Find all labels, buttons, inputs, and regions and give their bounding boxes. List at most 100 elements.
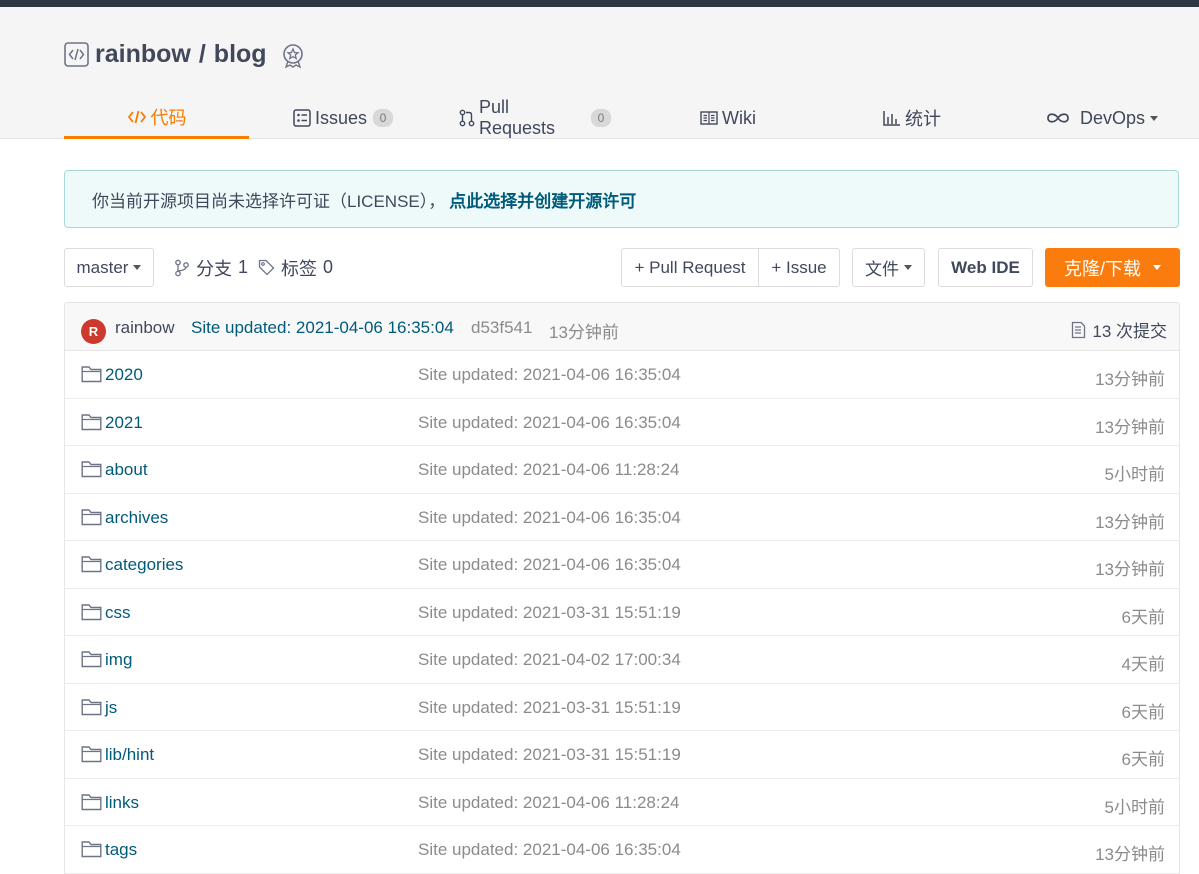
new-pull-request-button[interactable]: + Pull Request <box>621 248 759 287</box>
latest-commit-bar: R rainbow Site updated: 2021-04-06 16:35… <box>65 303 1179 351</box>
commit-message[interactable]: Site updated: 2021-04-06 16:35:04 <box>191 318 454 338</box>
file-commit-message[interactable]: Site updated: 2021-04-06 11:28:24 <box>418 793 680 813</box>
commit-time: 13分钟前 <box>549 323 619 342</box>
tab-devops-label: DevOps <box>1079 107 1146 128</box>
repo-owner-link[interactable]: rainbow <box>95 40 191 69</box>
folder-icon <box>81 603 102 621</box>
file-name-link[interactable]: about <box>105 460 148 480</box>
file-name-link[interactable]: js <box>105 698 117 718</box>
clone-download-button[interactable]: 克隆/下载 <box>1045 248 1180 287</box>
file-commit-message[interactable]: Site updated: 2021-04-06 16:35:04 <box>418 365 681 385</box>
table-row[interactable]: categories Site updated: 2021-04-06 16:35… <box>65 541 1179 589</box>
table-row[interactable]: lib/hint Site updated: 2021-03-31 15:51:1… <box>65 731 1179 779</box>
tab-code[interactable]: 代码 <box>64 97 249 139</box>
file-commit-time: 13分钟前 <box>1095 370 1165 389</box>
license-notice: 你当前开源项目尚未选择许可证（LICENSE）， 点此选择并创建开源许可 <box>64 170 1179 228</box>
table-row[interactable]: css Site updated: 2021-03-31 15:51:19 6天前 <box>65 589 1179 636</box>
issues-count-badge: 0 <box>373 109 394 127</box>
file-commit-message[interactable]: Site updated: 2021-04-06 16:35:04 <box>418 413 681 433</box>
file-name-link[interactable]: lib/hint <box>105 745 154 765</box>
file-name-link[interactable]: categories <box>105 555 183 575</box>
tab-wiki-label: Wiki <box>722 107 756 128</box>
create-license-link[interactable]: 点此选择并创建开源许可 <box>449 187 636 212</box>
file-commit-message[interactable]: Site updated: 2021-04-06 16:35:04 <box>418 508 681 528</box>
file-commit-time: 5小时前 <box>1104 465 1165 484</box>
chevron-down-icon <box>1153 265 1161 270</box>
file-name-link[interactable]: css <box>105 603 131 623</box>
table-row[interactable]: tags Site updated: 2021-04-06 16:35:04 13分… <box>65 826 1179 874</box>
pull-requests-count-badge: 0 <box>591 109 611 127</box>
folder-icon <box>81 793 102 811</box>
clone-download-label: 克隆/下载 <box>1063 258 1141 279</box>
file-commit-message[interactable]: Site updated: 2021-04-06 11:28:24 <box>418 460 680 480</box>
repo-toolbar: master 分支 1 标签 0 + Pull Request + Issue … <box>64 248 1180 287</box>
tab-wiki[interactable]: Wiki <box>698 97 758 139</box>
table-row[interactable]: links Site updated: 2021-04-06 11:28:24 5小… <box>65 779 1179 826</box>
repo-header: rainbow / blog 代码 Issues 0 Pull Requests… <box>0 7 1199 139</box>
tag-icon <box>258 259 275 276</box>
commit-sha[interactable]: d53f541 <box>471 318 532 338</box>
tags-label: 标签 <box>281 258 317 279</box>
table-row[interactable]: img Site updated: 2021-04-02 17:00:34 4天前 <box>65 636 1179 684</box>
branch-select-label: master <box>76 257 129 277</box>
repo-separator: / <box>198 39 206 68</box>
recommended-badge-icon[interactable] <box>280 43 306 69</box>
file-name-link[interactable]: links <box>105 793 139 813</box>
folder-icon <box>81 365 102 383</box>
tab-devops[interactable]: DevOps <box>1046 97 1159 139</box>
repo-name-link[interactable]: blog <box>214 40 267 69</box>
folder-icon <box>81 650 102 668</box>
new-issue-button[interactable]: + Issue <box>758 248 840 287</box>
file-commit-time: 13分钟前 <box>1095 845 1165 864</box>
branches-link[interactable]: 分支 1 <box>174 248 248 287</box>
table-row[interactable]: 2021 Site updated: 2021-04-06 16:35:04 13分… <box>65 399 1179 446</box>
branch-select[interactable]: master <box>64 248 154 287</box>
file-name-link[interactable]: tags <box>105 840 137 860</box>
file-list: R rainbow Site updated: 2021-04-06 16:35… <box>64 302 1180 874</box>
tab-pull-requests[interactable]: Pull Requests 0 <box>459 97 611 139</box>
top-bar <box>0 0 1199 7</box>
file-name-link[interactable]: img <box>105 650 132 670</box>
table-row[interactable]: about Site updated: 2021-04-06 11:28:24 5小… <box>65 446 1179 494</box>
table-row[interactable]: 2020 Site updated: 2021-04-06 16:35:04 13分… <box>65 351 1179 399</box>
web-ide-button[interactable]: Web IDE <box>938 248 1033 287</box>
folder-icon <box>81 745 102 763</box>
file-menu-button[interactable]: 文件 <box>852 248 925 287</box>
file-commit-message[interactable]: Site updated: 2021-03-31 15:51:19 <box>418 698 681 718</box>
file-commit-time: 6天前 <box>1121 607 1165 627</box>
folder-icon <box>81 413 102 431</box>
tab-code-label: 代码 <box>150 107 187 128</box>
commit-count-link[interactable]: 13 次提交 <box>1071 317 1167 342</box>
file-name-link[interactable]: 2021 <box>105 413 143 433</box>
repo-code-icon <box>64 41 89 67</box>
tab-issues[interactable]: Issues 0 <box>293 97 394 139</box>
file-commit-time: 5小时前 <box>1104 797 1165 817</box>
file-commit-message[interactable]: Site updated: 2021-04-06 16:35:04 <box>418 555 681 575</box>
avatar[interactable]: R <box>81 319 106 344</box>
tab-pull-requests-label: Pull Requests <box>479 97 556 138</box>
commit-count-label: 13 次提交 <box>1092 322 1167 341</box>
file-commit-time: 6天前 <box>1121 702 1165 722</box>
folder-icon <box>81 698 102 716</box>
file-name-link[interactable]: archives <box>105 508 168 528</box>
tags-link[interactable]: 标签 0 <box>258 248 333 287</box>
tab-issues-label: Issues <box>314 107 368 128</box>
file-name-link[interactable]: 2020 <box>105 365 143 385</box>
file-commit-time: 6天前 <box>1121 750 1165 769</box>
file-commit-message[interactable]: Site updated: 2021-03-31 15:51:19 <box>418 745 681 765</box>
tab-stats[interactable]: 统计 <box>882 97 942 139</box>
file-commit-time: 13分钟前 <box>1095 560 1165 579</box>
folder-icon <box>81 555 102 573</box>
file-commit-message[interactable]: Site updated: 2021-04-02 17:00:34 <box>418 650 681 670</box>
branch-icon <box>174 259 190 277</box>
pull-request-icon <box>459 109 475 127</box>
table-row[interactable]: archives Site updated: 2021-04-06 16:35:0… <box>65 494 1179 541</box>
file-commit-time: 4天前 <box>1121 655 1165 674</box>
table-row[interactable]: js Site updated: 2021-03-31 15:51:19 6天前 <box>65 684 1179 731</box>
issues-icon <box>293 109 311 127</box>
folder-icon <box>81 460 102 478</box>
file-menu-label: 文件 <box>865 260 899 279</box>
file-commit-message[interactable]: Site updated: 2021-04-06 16:35:04 <box>418 840 681 860</box>
commit-author[interactable]: rainbow <box>115 318 175 338</box>
file-commit-message[interactable]: Site updated: 2021-03-31 15:51:19 <box>418 603 681 623</box>
